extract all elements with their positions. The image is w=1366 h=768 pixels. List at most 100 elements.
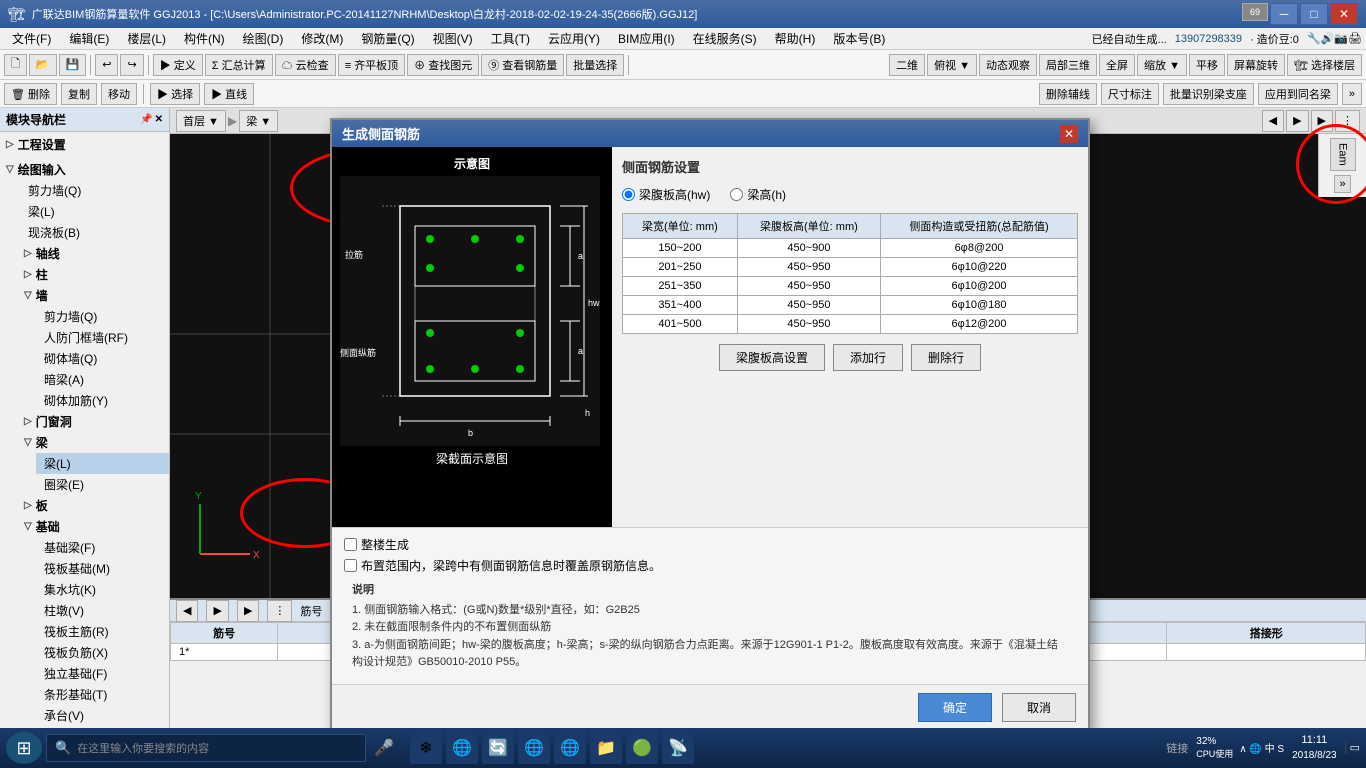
cover-rebar-checkbox[interactable] [344,559,357,572]
menu-component[interactable]: 构件(N) [176,28,233,49]
delete-aux-button[interactable]: 删除辅线 [1039,83,1097,105]
whole-floor-checkbox[interactable] [344,538,357,551]
menu-edit[interactable]: 编辑(E) [61,28,117,49]
zoom-button[interactable]: 缩放 ▼ [1137,54,1187,76]
sidebar-item-raft-neg-rebar[interactable]: 筏板负筋(X) [36,642,169,663]
sidebar-item-ring-beam[interactable]: 圈梁(E) [36,474,169,495]
table-prev[interactable]: ◀ [176,600,198,622]
find-element-button[interactable]: ⊕ 查找图元 [407,54,479,76]
delete-row-button[interactable]: 删除行 [911,344,981,371]
delete-button[interactable]: 🗑 删除 [4,83,57,105]
taskbar-app-5[interactable]: 🌐 [554,732,586,764]
cancel-button[interactable]: 取消 [1002,693,1076,722]
2d-button[interactable]: 二维 [889,54,925,76]
local-3d-button[interactable]: 局部三维 [1039,54,1097,76]
nav-extra[interactable]: ▶ [1311,110,1333,132]
menu-draw[interactable]: 绘图(D) [235,28,292,49]
menu-view[interactable]: 视图(V) [425,28,481,49]
select-mode-button[interactable]: ▶ 选择 [150,83,200,105]
dimension-button[interactable]: 尺寸标注 [1101,83,1159,105]
maximize-button[interactable]: □ [1300,3,1328,25]
more-right-button[interactable]: » [1334,175,1350,193]
open-button[interactable]: 📂 [29,54,57,76]
sidebar-item-civil-defense-wall[interactable]: 人防门框墙(RF) [36,327,169,348]
menu-version[interactable]: 版本号(B) [825,28,893,49]
taskbar-app-8[interactable]: 📡 [662,732,694,764]
sidebar-item-axis[interactable]: ▷ 轴线 [12,243,169,264]
sidebar-item-door-window[interactable]: ▷ 门窗洞 [12,411,169,432]
menu-cloud[interactable]: 云应用(Y) [540,28,608,49]
cortana-mic[interactable]: 🎤 [374,738,394,758]
sidebar-item-shear-wall[interactable]: 剪力墙(Q) [36,306,169,327]
menu-bim[interactable]: BIM应用(I) [610,28,683,49]
define-button[interactable]: ▶ 定义 [153,54,203,76]
sidebar-item-cast-slab[interactable]: 现浇板(B) [20,222,169,243]
sidebar-item-beam-group[interactable]: ▽ 梁 [12,432,169,453]
dynamic-view-button[interactable]: 动态观察 [979,54,1037,76]
sidebar-item-column[interactable]: ▷ 柱 [12,264,169,285]
sidebar-item-wall[interactable]: ▽ 墙 [12,285,169,306]
nav-dots[interactable]: ⋮ [1335,110,1360,132]
sidebar-item-foundation[interactable]: ▽ 基础 [12,516,169,537]
taskbar-app-2[interactable]: 🌐 [446,732,478,764]
fullscreen-button[interactable]: 全屏 [1099,54,1135,76]
taskbar-app-6[interactable]: 📁 [590,732,622,764]
sidebar-item-column-pier[interactable]: 柱墩(V) [36,600,169,621]
whole-floor-checkbox-label[interactable]: 整楼生成 [344,536,1076,553]
save-button[interactable]: 💾 [59,54,87,76]
copy-ref-button[interactable]: 复制 [61,83,97,105]
top-view-button[interactable]: 俯视 ▼ [927,54,977,76]
sidebar-item-hidden-beam[interactable]: 暗梁(A) [36,369,169,390]
cover-rebar-checkbox-label[interactable]: 布置范围内，梁跨中有侧面钢筋信息时覆盖原钢筋信息。 [344,557,1076,574]
sidebar-close[interactable]: ✕ [155,114,163,125]
cloud-check-button[interactable]: ☁ 云检查 [275,54,336,76]
sidebar-pin[interactable]: 📌 [140,114,152,125]
sidebar-item-isolated-foundation[interactable]: 独立基础(F) [36,663,169,684]
start-button[interactable]: ⊞ [6,732,42,764]
menu-tools[interactable]: 工具(T) [483,28,538,49]
show-desktop[interactable]: ▭ [1345,741,1360,754]
menu-help[interactable]: 帮助(H) [767,28,824,49]
radio-h[interactable]: 梁高(h) [730,186,786,203]
menu-modify[interactable]: 修改(M) [293,28,351,49]
prev-btn[interactable]: ◀ [1262,110,1284,132]
batch-id-button[interactable]: 批量识别梁支座 [1163,83,1254,105]
radio-h-input[interactable] [730,188,743,201]
table-collapse[interactable]: ⋮ [267,600,292,622]
pan-button[interactable]: 平移 [1189,54,1225,76]
sidebar-item-sump[interactable]: 集水坑(K) [36,579,169,600]
redo-button[interactable]: ↪ [120,54,143,76]
add-row-button[interactable]: 添加行 [833,344,903,371]
eam-button[interactable]: Eam [1330,138,1356,171]
batch-select-button[interactable]: 批量选择 [566,54,624,76]
undo-button[interactable]: ↩ [95,54,118,76]
view-rebar-button[interactable]: ⑨ 查看钢筋量 [481,54,564,76]
taskbar-app-1[interactable]: ❄ [410,732,442,764]
menu-file[interactable]: 文件(F) [4,28,59,49]
sidebar-item-masonry-rebar[interactable]: 砌体加筋(Y) [36,390,169,411]
apply-same-beam-button[interactable]: 应用到同名梁 [1258,83,1338,105]
next-btn[interactable]: ▶ [1286,110,1308,132]
taskbar-app-3[interactable]: 🔄 [482,732,514,764]
move-button[interactable]: 移动 [101,83,137,105]
taskbar-search-area[interactable]: 🔍 在这里输入你要搜索的内容 [46,734,366,762]
sidebar-item-shear-wall-top[interactable]: 剪力墙(Q) [20,180,169,201]
taskbar-app-7[interactable]: 🟢 [626,732,658,764]
sidebar-item-beam[interactable]: 梁(L) [36,453,169,474]
sidebar-item-beam-top[interactable]: 梁(L) [20,201,169,222]
nav-component-dropdown[interactable]: 梁 ▼ [239,110,278,132]
sidebar-item-raft-main-rebar[interactable]: 筏板主筋(R) [36,621,169,642]
taskbar-app-4[interactable]: 🌐 [518,732,550,764]
select-floor-button[interactable]: 🏗 选择楼层 [1287,54,1362,76]
sidebar-item-cap[interactable]: 承台(V) [36,705,169,726]
line-button[interactable]: ▶ 直线 [204,83,254,105]
align-button[interactable]: ≡ 齐平板顶 [338,54,405,76]
sum-button[interactable]: Σ 汇总计算 [205,54,273,76]
more-button[interactable]: » [1342,83,1362,105]
ok-button[interactable]: 确定 [918,693,992,722]
sidebar-item-slab[interactable]: ▷ 板 [12,495,169,516]
sidebar-item-masonry-wall[interactable]: 砌体墙(Q) [36,348,169,369]
nav-floor-dropdown[interactable]: 首层 ▼ [176,110,226,132]
table-next[interactable]: ▶ [206,600,228,622]
radio-hw[interactable]: 梁腹板高(hw) [622,186,710,203]
